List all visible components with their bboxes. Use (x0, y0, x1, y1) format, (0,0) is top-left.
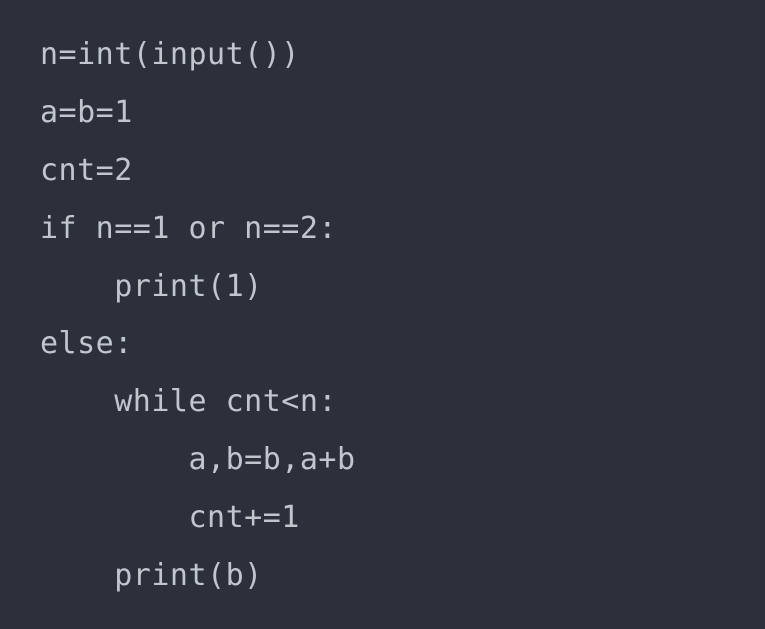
code-line-1: n=int(input()) (40, 26, 725, 84)
code-line-6: else: (40, 315, 725, 373)
code-line-4: if n==1 or n==2: (40, 200, 725, 258)
code-line-3: cnt=2 (40, 142, 725, 200)
code-line-7: while cnt<n: (40, 373, 725, 431)
code-line-10: print(b) (40, 547, 725, 605)
code-line-5: print(1) (40, 258, 725, 316)
code-block: n=int(input()) a=b=1 cnt=2 if n==1 or n=… (40, 26, 725, 605)
code-line-8: a,b=b,a+b (40, 431, 725, 489)
code-line-2: a=b=1 (40, 84, 725, 142)
code-line-9: cnt+=1 (40, 489, 725, 547)
